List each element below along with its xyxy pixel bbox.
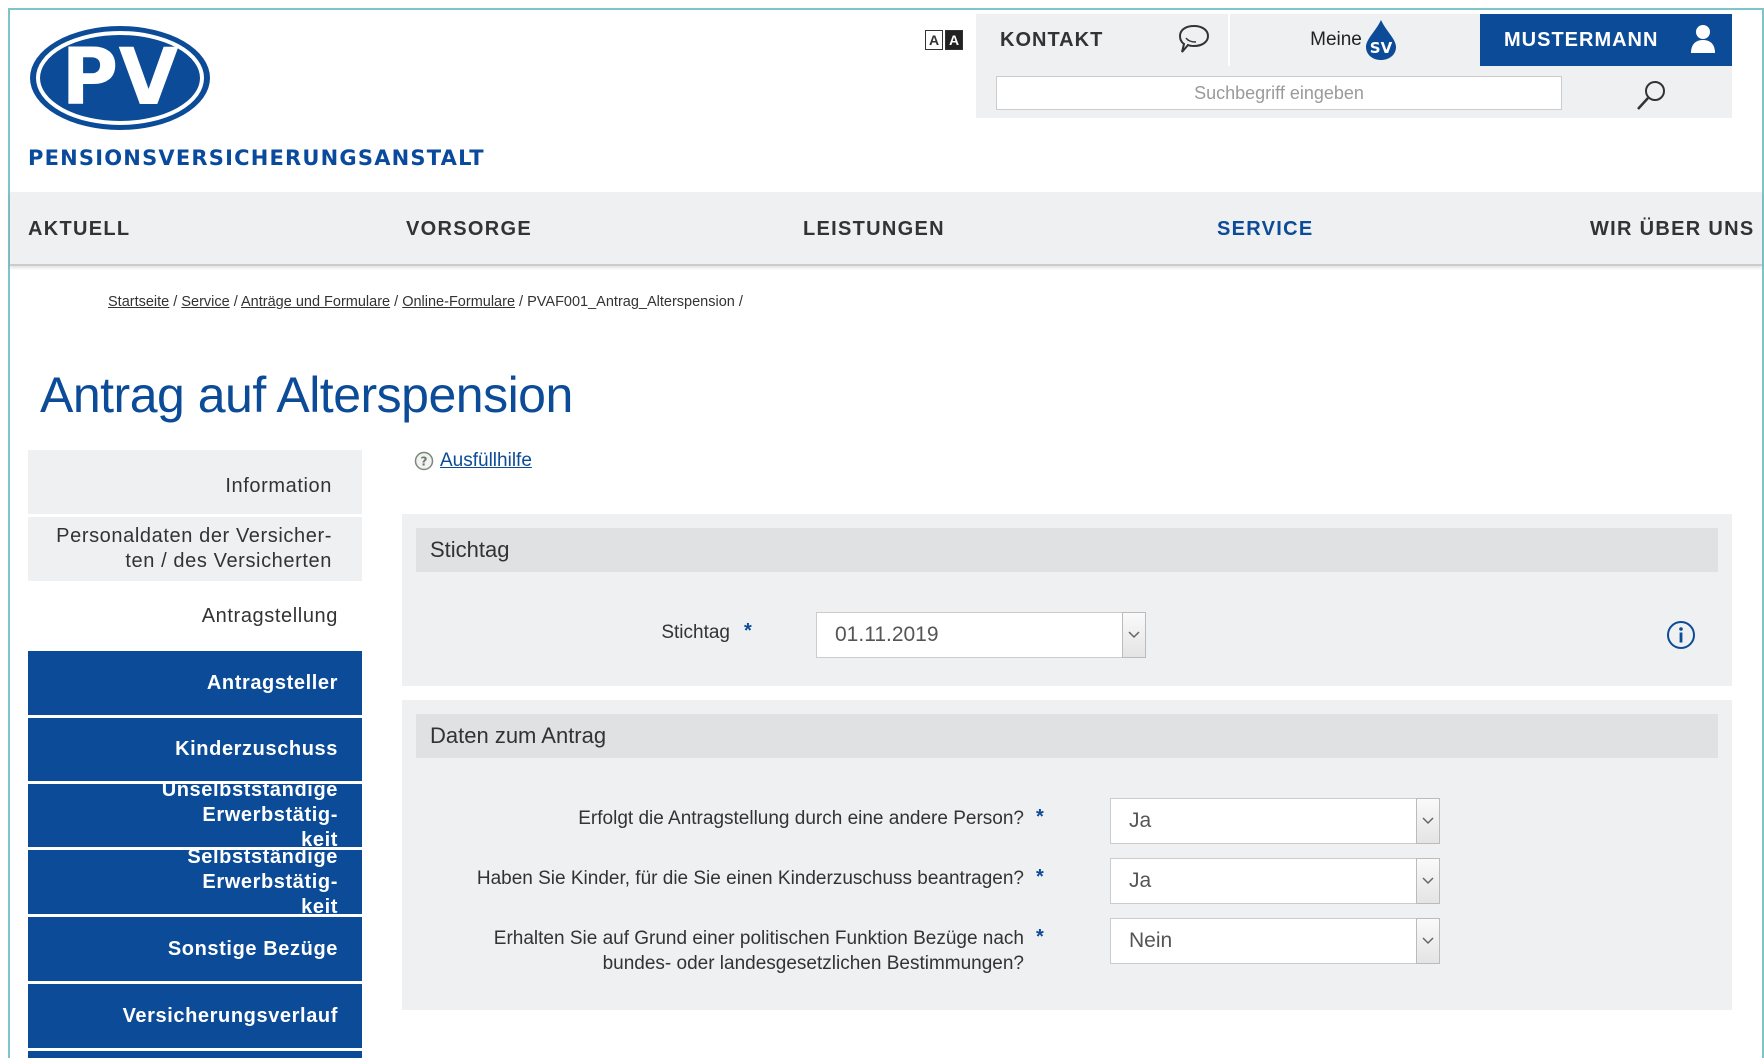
font-size-large[interactable]: A <box>945 30 963 50</box>
sidebar-item-label: Versicherungsverlauf <box>122 1004 338 1027</box>
sv-badge-text: SV <box>1370 39 1393 57</box>
sidebar-item-next[interactable] <box>28 1051 362 1058</box>
user-account-button[interactable]: MUSTERMANN <box>1480 14 1732 66</box>
main-nav: AKTUELL VORSORGE LEISTUNGEN SERVICE WIR … <box>10 192 1762 266</box>
breadcrumb-service[interactable]: Service <box>181 294 229 310</box>
politische-funktion-select[interactable]: Nein <box>1110 918 1440 964</box>
search-input[interactable] <box>996 76 1562 110</box>
stichtag-panel: Stichtag Stichtag * 01.11.2019 <box>402 514 1732 686</box>
breadcrumb: Startseite / Service / Anträge und Formu… <box>108 294 743 310</box>
select-value: Nein <box>1129 929 1173 952</box>
breadcrumb-current: PVAF001_Antrag_Alterspension <box>527 294 735 310</box>
stichtag-select[interactable]: 01.11.2019 <box>816 612 1146 658</box>
nav-item-wir-ueber-uns[interactable]: WIR ÜBER UNS <box>1590 218 1755 241</box>
sv-drop-icon: SV <box>1365 20 1396 60</box>
breadcrumb-antraege[interactable]: Anträge und Formulare <box>241 294 390 310</box>
daten-zum-antrag-panel: Daten zum Antrag Erfolgt die Antragstell… <box>402 700 1732 1010</box>
required-marker: * <box>1036 806 1044 828</box>
sidebar-item-antragstellung[interactable]: Antragstellung <box>28 584 362 648</box>
question-circle-icon: ? <box>414 451 434 471</box>
breadcrumb-online-formulare[interactable]: Online-Formulare <box>402 294 515 310</box>
sidebar-item-kinderzuschuss[interactable]: Kinderzuschuss <box>28 718 362 781</box>
sidebar-item-selbststaendige[interactable]: Selbstständige Erwerbstätig- keit <box>28 846 362 918</box>
question-label: Erhalten Sie auf Grund einer politischen… <box>493 928 1024 974</box>
question-label: Erfolgt die Antragstellung durch eine an… <box>578 808 1024 829</box>
sidebar-item-label: Antragsteller <box>206 671 338 694</box>
font-size-small[interactable]: A <box>925 30 943 50</box>
select-value: Ja <box>1129 809 1152 832</box>
nav-item-vorsorge[interactable]: VORSORGE <box>406 218 532 241</box>
meine-sv-link[interactable]: Meine SV <box>1228 14 1478 66</box>
sidebar-item-label: Antragstellung <box>201 604 338 627</box>
andere-person-select[interactable]: Ja <box>1110 798 1440 844</box>
page-title: Antrag auf Alterspension <box>40 367 573 423</box>
speech-bubble-icon[interactable] <box>1176 24 1212 56</box>
brand-name: PENSIONSVERSICHERUNGSANSTALT <box>28 146 485 170</box>
sidebar-item-label: Information <box>225 474 332 497</box>
sidebar-item-versicherungsverlauf[interactable]: Versicherungsverlauf <box>28 984 362 1048</box>
sidebar-item-label: Selbstständige Erwerbstätig- keit <box>187 845 338 918</box>
sidebar-item-label: Sonstige Bezüge <box>167 937 338 960</box>
sidebar-item-unselbststaendige[interactable]: Unselbstständige Erwerbstätig- keit <box>28 779 362 851</box>
sidebar-item-information[interactable]: Information <box>28 450 362 514</box>
sidebar-item-label: Kinderzuschuss <box>175 738 338 760</box>
search-icon[interactable] <box>1634 78 1668 112</box>
info-circle-icon[interactable] <box>1666 620 1696 650</box>
chevron-down-icon[interactable] <box>1416 858 1440 904</box>
chevron-down-icon[interactable] <box>1416 798 1440 844</box>
kontakt-label: KONTAKT <box>1000 28 1104 51</box>
svg-text:?: ? <box>421 455 428 469</box>
stichtag-panel-title: Stichtag <box>416 528 1718 572</box>
daten-zum-antrag-title: Daten zum Antrag <box>416 714 1718 758</box>
required-marker: * <box>1036 866 1044 888</box>
user-icon <box>1691 25 1715 53</box>
pv-logo-icon: PV <box>30 26 210 130</box>
logo[interactable]: PV <box>28 22 212 139</box>
nav-item-aktuell[interactable]: AKTUELL <box>28 218 130 241</box>
kinderzuschuss-select[interactable]: Ja <box>1110 858 1440 904</box>
sidebar-item-sonstige-bezuege[interactable]: Sonstige Bezüge <box>28 917 362 981</box>
select-value: Ja <box>1129 869 1152 892</box>
nav-item-service[interactable]: SERVICE <box>1217 218 1314 241</box>
stichtag-value: 01.11.2019 <box>835 623 939 646</box>
form-steps-sidebar: Information Personaldaten der Versicher-… <box>28 450 362 1058</box>
question-label: Haben Sie Kinder, für die Sie einen Kind… <box>476 868 1024 889</box>
logo-text: PV <box>61 33 179 123</box>
sidebar-item-label: Personaldaten der Versicher- ten / des V… <box>56 525 332 572</box>
breadcrumb-startseite[interactable]: Startseite <box>108 294 169 310</box>
ausfuellhilfe-link[interactable]: ? Ausfüllhilfe <box>414 450 532 472</box>
nav-item-leistungen[interactable]: LEISTUNGEN <box>803 218 945 241</box>
sidebar-item-label: Unselbstständige Erwerbstätig- keit <box>161 779 338 851</box>
required-marker: * <box>744 620 752 642</box>
required-marker: * <box>1036 926 1044 948</box>
chevron-down-icon[interactable] <box>1122 612 1146 658</box>
font-size-toggle[interactable]: A A <box>925 30 963 50</box>
meine-label: Meine <box>1310 29 1362 50</box>
chevron-down-icon[interactable] <box>1416 918 1440 964</box>
user-name: MUSTERMANN <box>1504 28 1659 51</box>
stichtag-label: Stichtag <box>661 622 730 643</box>
sidebar-item-antragsteller[interactable]: Antragsteller <box>28 651 362 715</box>
sidebar-item-personaldaten[interactable]: Personaldaten der Versicher- ten / des V… <box>28 517 362 581</box>
ausfuellhilfe-label: Ausfüllhilfe <box>440 450 532 471</box>
